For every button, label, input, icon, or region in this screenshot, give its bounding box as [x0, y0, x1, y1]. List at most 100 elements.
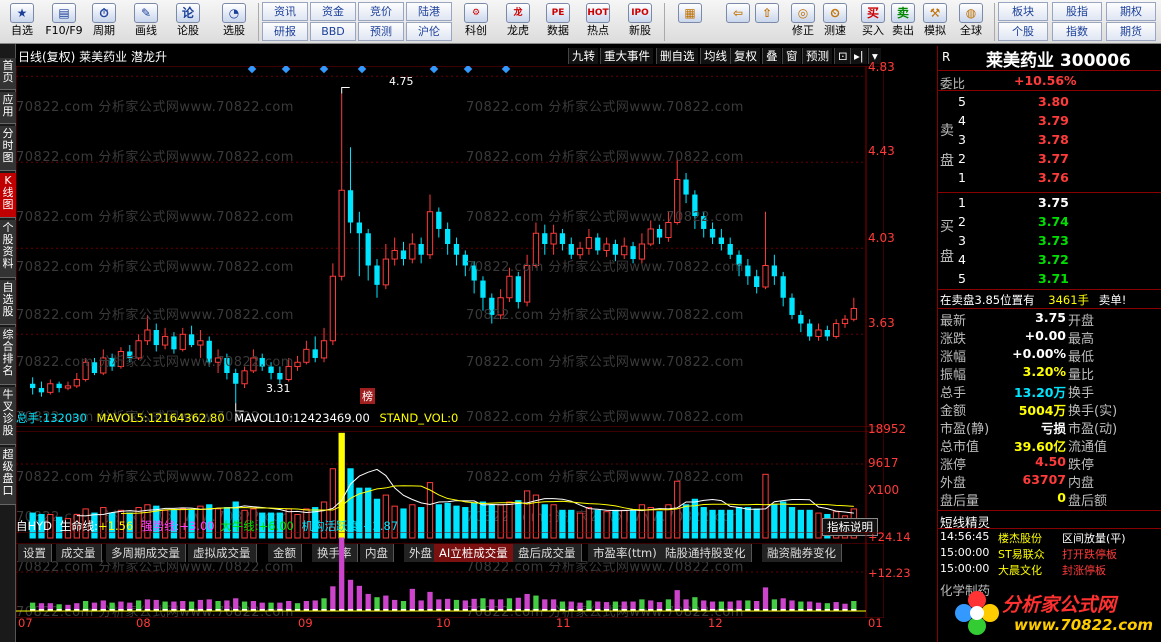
toolbar-label: 周期	[93, 24, 115, 37]
high-pointer	[341, 87, 350, 94]
short-stock[interactable]: ST易联众	[998, 546, 1045, 562]
event-marker	[281, 66, 291, 74]
indicator-bar	[542, 599, 548, 610]
sidebar-item-0[interactable]: 首页	[0, 58, 16, 90]
chart-header-button-0[interactable]: 九转	[568, 48, 598, 64]
chart-header-button-7[interactable]: 预测	[802, 48, 832, 64]
toolbar-grid2-button[interactable]: 指数	[1052, 22, 1102, 41]
field-value: 3.20%	[1022, 364, 1066, 379]
sidebar-item-7[interactable]: 牛叉诊股	[0, 387, 16, 445]
toolbar-globe-button[interactable]: ◍ 全球	[954, 2, 988, 42]
short-event: 打开跌停板	[1062, 548, 1117, 561]
indicator-bar	[365, 593, 371, 610]
next-page-icon[interactable]: ▸|	[850, 48, 867, 64]
short-time: 14:56:45	[940, 530, 990, 543]
sidebar-item-1[interactable]: 应用	[0, 92, 16, 124]
toolbar-repair-button[interactable]: ◎ 修正	[786, 2, 820, 42]
indicator-chart[interactable]	[16, 532, 884, 618]
short-event: 封涨停板	[1062, 564, 1106, 577]
toolbar-grid2-button[interactable]: 个股	[998, 22, 1048, 41]
short-stock[interactable]: 大晨文化	[998, 562, 1042, 578]
indicator-bar	[286, 600, 292, 610]
toolbar-up-arrow-button[interactable]: ⇧	[750, 2, 784, 42]
toolbar-speed-button[interactable]: ⏲ 测速	[818, 2, 852, 42]
watermark-text: 70822.com 分析家公式网www.70822.com	[16, 308, 294, 323]
toolbar-grid-button[interactable]: 沪伦	[406, 22, 452, 41]
bid-level-4: 5	[958, 271, 966, 286]
toolbar-chart-pick-button[interactable]: ◔ 选股	[214, 2, 254, 42]
chart-header-button-5[interactable]: 叠	[762, 48, 781, 64]
candle-body	[374, 265, 380, 285]
toolbar-grid-button[interactable]: 研报	[262, 22, 308, 41]
field-value: 4.50	[1035, 454, 1066, 469]
toolbar-grid-button[interactable]: 预测	[358, 22, 404, 41]
lock-icon[interactable]: ⊡	[834, 48, 851, 64]
toolbar-info-button[interactable]: ▤ F10/F9	[44, 2, 84, 42]
toolbar-clock-button[interactable]: ⏱ 周期	[84, 2, 124, 42]
sidebar-item-4[interactable]: 个股资料	[0, 220, 16, 278]
chart-header-button-2[interactable]: 删自选	[656, 48, 698, 64]
toolbar-grid-button[interactable]: 陆港	[406, 2, 452, 21]
sidebar-item-8[interactable]: 超级盘口	[0, 447, 16, 505]
ask-price-3: 3.77	[1038, 151, 1069, 166]
chart-header-button-4[interactable]: 复权	[730, 48, 760, 64]
indicator-bar	[330, 586, 336, 610]
indicator-bar	[339, 537, 345, 610]
toolbar-grid-button[interactable]: 资金	[310, 2, 356, 21]
volume-bar	[674, 480, 681, 539]
toolbar-brain-button[interactable]: ⚙ 科创	[456, 2, 496, 42]
toolbar-gavel-button[interactable]: ⚒ 模拟	[918, 2, 952, 42]
sidebar-item-6[interactable]: 综合排名	[0, 327, 16, 385]
field-value: 亏损	[1040, 421, 1066, 436]
toolbar-chat-button[interactable]: 论论股	[168, 2, 208, 42]
toolbar-grid-button[interactable]: 竞价	[358, 2, 404, 21]
toolbar-grid2-button[interactable]: 股指	[1052, 2, 1102, 21]
indicator-bar	[497, 599, 504, 610]
toolbar-grid2-button[interactable]: 期权	[1106, 2, 1156, 21]
chart-area[interactable]: 日线(复权) 莱美药业 潜龙升 九转 重大事件 删自选 均线 复权叠窗预测 ⊡ ▸| ▾ 70…	[16, 46, 911, 634]
chart-header-button-1[interactable]: 重大事件	[600, 48, 653, 64]
toolbar-grid-button[interactable]: BBD	[310, 22, 356, 41]
watermark-text: 70822.com 分析家公式网www.70822.com	[16, 100, 294, 115]
repair-icon: ◎	[791, 3, 815, 23]
dragon-tiger-badge[interactable]: 榜	[360, 388, 375, 404]
candle-body	[727, 244, 733, 255]
toolbar-grid-button[interactable]: 资讯	[262, 2, 308, 21]
chart-header-button-6[interactable]: 窗	[782, 48, 801, 64]
pe-icon: PE	[546, 3, 570, 23]
toolbar-sell-button[interactable]: 卖卖出	[886, 2, 920, 42]
toolbar-grid-layout-button[interactable]: ▦	[668, 2, 712, 42]
sidebar-item-3[interactable]: K线图	[0, 173, 16, 218]
toolbar-hot-button[interactable]: HOT 热点	[578, 2, 618, 42]
toolbar-grid2-button[interactable]: 期货	[1106, 22, 1156, 41]
toolbar-label: 选股	[223, 24, 245, 37]
toolbar-star-button[interactable]: ★ 自选	[2, 2, 42, 42]
short-stock[interactable]: 楼杰股份	[998, 530, 1042, 546]
toolbar-pencil-button[interactable]: ✎ 画线	[126, 2, 166, 42]
sidebar-item-2[interactable]: 分时图	[0, 126, 16, 171]
brand-name: 分析家公式网	[1002, 594, 1117, 616]
sidebar-item-5[interactable]: 自选股	[0, 280, 16, 325]
indicator-bar	[250, 600, 257, 610]
indicator-bar	[294, 603, 301, 610]
watermark-text: 70822.com 分析家公式网www.70822.com	[466, 150, 744, 165]
indicator-bar	[180, 600, 186, 610]
toolbar-label: 新股	[629, 24, 651, 37]
chart-header-button-3[interactable]: 均线	[700, 48, 730, 64]
candle-body	[329, 275, 337, 342]
toolbar-buy-button[interactable]: 买买入	[856, 2, 890, 42]
candle-body	[356, 222, 362, 234]
bid-price-4: 3.71	[1038, 271, 1069, 286]
globe-icon: ◍	[959, 3, 983, 23]
toolbar-grid2-button[interactable]: 板块	[998, 2, 1048, 21]
buy-icon: 买	[861, 3, 885, 23]
indicator-bar	[197, 599, 204, 610]
price-chart[interactable]	[16, 66, 884, 432]
bid-level-0: 1	[958, 195, 966, 210]
ask-price-2: 3.78	[1038, 132, 1069, 147]
toolbar-pe-button[interactable]: PE 数据	[538, 2, 578, 42]
toolbar-dragon-button[interactable]: 龙龙虎	[498, 2, 538, 42]
toolbar-ipo-button[interactable]: IPO 新股	[620, 2, 660, 42]
watermark-text: 70822.com 分析家公式网www.70822.com	[466, 355, 744, 370]
field-value: 63707	[1022, 472, 1067, 487]
